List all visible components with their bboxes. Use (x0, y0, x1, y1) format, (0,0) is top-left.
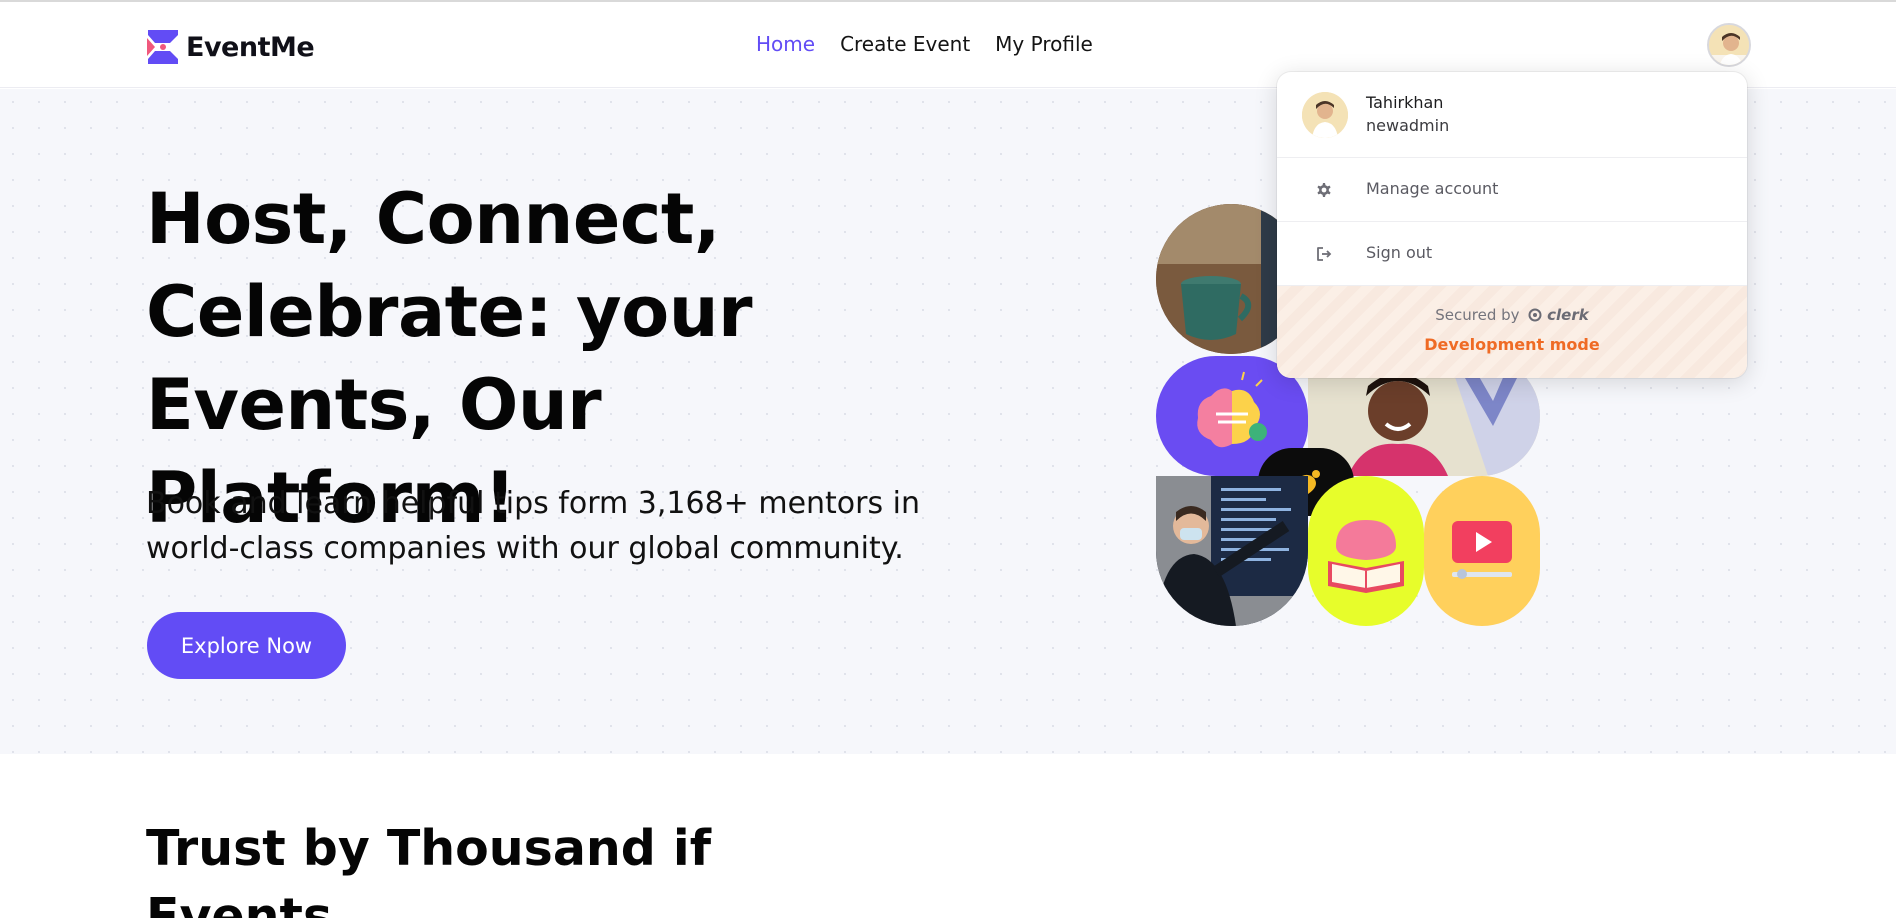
clerk-brand: clerk (1547, 306, 1589, 324)
secured-by-note: Secured by clerk (1277, 306, 1747, 324)
user-menu-footer: Secured by clerk Development mode (1277, 286, 1747, 378)
sign-out-icon (1317, 247, 1332, 261)
sign-out-menu-item[interactable]: Sign out (1277, 222, 1747, 286)
nav-my-profile[interactable]: My Profile (995, 32, 1093, 56)
nav-create-event[interactable]: Create Event (840, 32, 970, 56)
gear-icon (1317, 183, 1331, 197)
user-menu-header: Tahirkhan newadmin (1277, 72, 1747, 158)
manage-account-menu-item[interactable]: Manage account (1277, 158, 1747, 222)
development-mode-badge: Development mode (1424, 335, 1600, 354)
clerk-logo-icon (1528, 308, 1542, 322)
main-nav: Home Create Event My Profile (756, 32, 1093, 56)
secured-by-label: Secured by (1435, 306, 1520, 324)
user-menu-avatar (1302, 92, 1348, 138)
collage-book-brain-tile (1308, 476, 1424, 626)
eventme-logo-icon (147, 30, 178, 64)
collage-photo-developer (1156, 476, 1308, 626)
hero-subtitle: Book and learn helpful tips form 3,168+ … (146, 486, 921, 566)
user-username: newadmin (1366, 116, 1450, 135)
explore-now-button[interactable]: Explore Now (147, 612, 346, 679)
collage-video-player-tile (1424, 476, 1540, 626)
user-display-name: Tahirkhan (1366, 93, 1444, 112)
user-avatar-button[interactable] (1707, 23, 1751, 67)
sign-out-label: Sign out (1366, 243, 1433, 262)
manage-account-label: Manage account (1366, 179, 1499, 198)
avatar (1709, 25, 1749, 65)
brand-name: EventMe (186, 31, 315, 63)
nav-home[interactable]: Home (756, 32, 815, 56)
brand-logo[interactable]: EventMe (146, 28, 315, 66)
user-menu-popover: Tahirkhan newadmin Manage account Sign o… (1277, 72, 1747, 378)
trust-heading: Trust by Thousand if Events (146, 820, 712, 918)
